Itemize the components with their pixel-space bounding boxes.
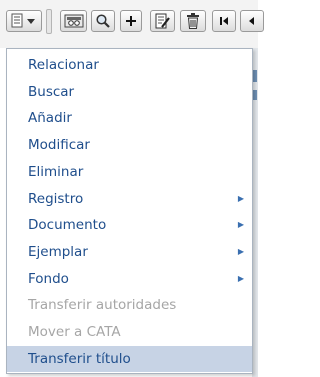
options-dropdown-menu: Relacionar Buscar Añadir Modificar Eliminar R…: [6, 48, 253, 374]
search-icon: [96, 14, 110, 28]
menu-item-mover-a-cata: Mover a CATA: [7, 319, 252, 346]
search-button[interactable]: [91, 10, 115, 32]
menu-item-label: Modificar: [28, 137, 90, 154]
trash-icon: [187, 13, 199, 29]
delete-button[interactable]: [180, 10, 206, 32]
menu-item-label: Transferir autoridades: [28, 297, 177, 314]
menu-item-label: Añadir: [28, 110, 72, 127]
list-menu-icon: [11, 13, 35, 28]
options-menu-button[interactable]: [6, 10, 42, 32]
menu-item-buscar[interactable]: Buscar: [7, 79, 252, 106]
submenu-arrow-icon: ▶: [237, 193, 244, 203]
menu-item-documento[interactable]: Documento ▶: [7, 212, 252, 239]
menu-item-modificar[interactable]: Modificar: [7, 132, 252, 159]
view-record-icon: [64, 14, 83, 28]
menu-item-label: Ejemplar: [28, 243, 88, 260]
menu-item-label: Fondo: [28, 270, 69, 287]
add-button[interactable]: [120, 10, 142, 32]
submenu-arrow-icon: ▶: [237, 273, 244, 283]
menu-item-transferir-titulo[interactable]: Transferir título: [7, 345, 252, 373]
menu-item-relacionar[interactable]: Relacionar: [7, 52, 252, 79]
menu-item-label: Eliminar: [28, 163, 84, 180]
plus-icon: [126, 16, 136, 26]
background-link-fragment: [253, 90, 257, 100]
menu-item-registro[interactable]: Registro ▶: [7, 186, 252, 213]
background-link-fragment: [253, 70, 257, 82]
first-page-icon: [220, 17, 228, 25]
previous-page-icon: [249, 17, 254, 25]
menu-item-fondo[interactable]: Fondo ▶: [7, 266, 252, 293]
edit-document-icon: [155, 13, 170, 28]
edit-button[interactable]: [150, 10, 175, 32]
menu-item-transferir-autoridades: Transferir autoridades: [7, 292, 252, 319]
toolbar: [0, 0, 264, 48]
submenu-arrow-icon: ▶: [237, 246, 244, 256]
submenu-arrow-icon: ▶: [237, 220, 244, 230]
menu-item-label: Registro: [28, 190, 84, 207]
menu-item-label: Documento: [28, 217, 107, 234]
menu-item-label: Transferir título: [28, 350, 131, 367]
toolbar-separator: [46, 9, 52, 34]
menu-item-label: Buscar: [28, 83, 75, 100]
view-record-button[interactable]: [60, 10, 87, 32]
menu-item-eliminar[interactable]: Eliminar: [7, 159, 252, 186]
menu-item-label: Relacionar: [28, 57, 99, 73]
previous-page-button[interactable]: [240, 10, 264, 32]
menu-item-label: Mover a CATA: [28, 324, 121, 340]
first-page-button[interactable]: [212, 10, 236, 32]
menu-item-anadir[interactable]: Añadir: [7, 105, 252, 132]
menu-item-ejemplar[interactable]: Ejemplar ▶: [7, 239, 252, 266]
